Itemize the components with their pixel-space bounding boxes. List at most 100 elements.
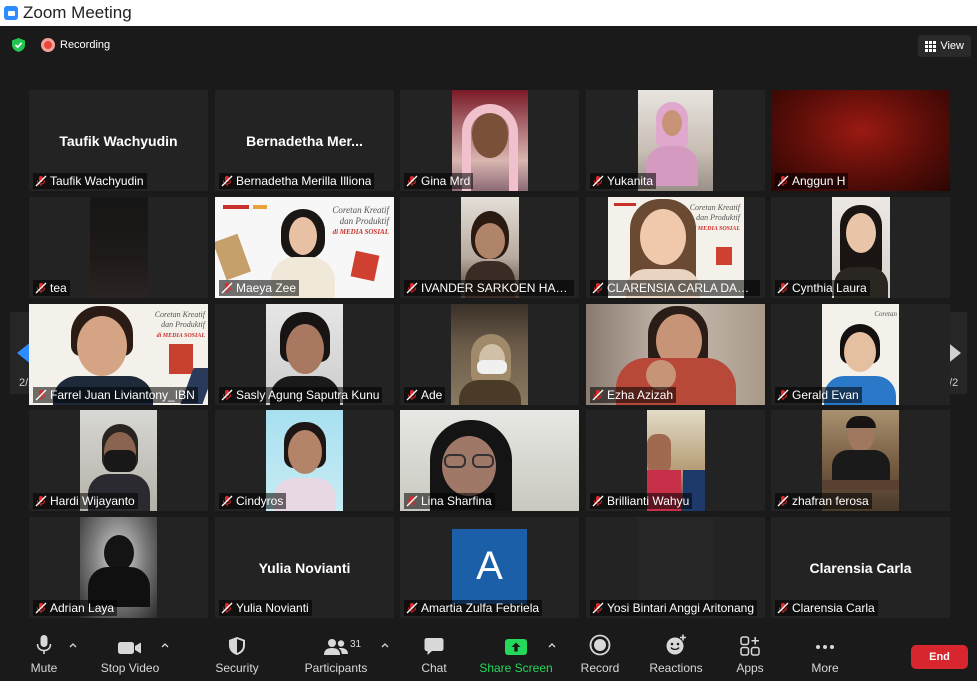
participant-video bbox=[90, 197, 148, 298]
participant-tile[interactable]: Gina Mrd bbox=[400, 90, 579, 191]
chat-button[interactable]: Chat bbox=[414, 628, 454, 681]
participant-tile[interactable]: Bernadetha Mer... Bernadetha Merilla Ill… bbox=[215, 90, 394, 191]
slide-text-line: di MEDIA SOSIAL bbox=[332, 228, 389, 236]
participant-name: Yukanita bbox=[607, 174, 654, 188]
participant-tile[interactable]: A Amartia Zulfa Febriela bbox=[400, 517, 579, 618]
participant-name: IVANDER SARKOEN HAMIJ... bbox=[421, 281, 571, 295]
mute-options-caret-icon[interactable] bbox=[69, 641, 77, 649]
encryption-shield-icon[interactable] bbox=[12, 38, 25, 52]
muted-mic-icon bbox=[221, 282, 233, 294]
participant-tile[interactable]: Ade bbox=[400, 304, 579, 405]
muted-mic-icon bbox=[406, 389, 418, 401]
zoom-app-icon bbox=[4, 6, 18, 20]
video-options-caret-icon[interactable] bbox=[161, 641, 169, 649]
participant-tile[interactable]: zhafran ferosa bbox=[771, 410, 950, 511]
participant-video bbox=[451, 304, 528, 405]
participant-tile[interactable]: Coretan Kreatif dan Produktif di MEDIA S… bbox=[215, 197, 394, 298]
participant-tile[interactable]: Lina Sharfina bbox=[400, 410, 579, 511]
muted-mic-icon bbox=[592, 495, 604, 507]
participant-name-label: IVANDER SARKOEN HAMIJ... bbox=[404, 280, 574, 296]
participants-icon bbox=[324, 639, 348, 655]
participant-name-label: Lina Sharfina bbox=[404, 493, 495, 509]
participant-name-label: Anggun H bbox=[775, 173, 849, 189]
participant-tile[interactable]: Cynthia Laura bbox=[771, 197, 950, 298]
participant-name-label: Gina Mrd bbox=[404, 173, 474, 189]
participant-tile[interactable]: Adrian Laya bbox=[29, 517, 208, 618]
more-button[interactable]: More bbox=[805, 628, 845, 681]
recording-dot-icon bbox=[41, 38, 55, 52]
end-meeting-button[interactable]: End bbox=[911, 645, 968, 669]
participants-options-caret-icon[interactable] bbox=[381, 641, 389, 649]
participant-name-label: Brillianti Wahyu bbox=[590, 493, 693, 509]
participant-tile[interactable]: Coretan Kreatif dan Produktif di MEDIA SOS… bbox=[29, 304, 208, 405]
participant-name-label: Farrel Juan Liviantony_IBN bbox=[33, 387, 198, 403]
muted-mic-icon bbox=[35, 175, 47, 187]
muted-mic-icon bbox=[592, 282, 604, 294]
participant-name: zhafran ferosa bbox=[792, 494, 869, 508]
participant-name: Sasly Agung Saputra Kunu bbox=[236, 388, 380, 402]
muted-mic-icon bbox=[35, 602, 47, 614]
smiley-face-icon bbox=[666, 634, 686, 655]
recording-indicator[interactable]: Recording bbox=[41, 38, 110, 52]
participant-tile[interactable]: IVANDER SARKOEN HAMIJ... bbox=[400, 197, 579, 298]
slide-text-line: Coretan Kreatif bbox=[332, 205, 389, 215]
muted-mic-icon bbox=[221, 602, 233, 614]
record-icon bbox=[589, 634, 611, 656]
participant-tile[interactable]: Yukanita bbox=[586, 90, 765, 191]
participant-name-label: zhafran ferosa bbox=[775, 493, 872, 509]
more-dots-icon bbox=[816, 645, 834, 649]
zoom-window: Zoom Meeting Recording View 2/2 2/2 Tauf… bbox=[0, 0, 977, 681]
participant-tile[interactable]: Sasly Agung Saputra Kunu bbox=[215, 304, 394, 405]
reactions-button[interactable]: Reactions bbox=[648, 628, 704, 681]
muted-mic-icon bbox=[777, 602, 789, 614]
participants-label: Participants bbox=[304, 661, 368, 675]
participant-tile[interactable]: Hardi Wijayanto bbox=[29, 410, 208, 511]
participant-name-label: Hardi Wijayanto bbox=[33, 493, 138, 509]
muted-mic-icon bbox=[35, 389, 47, 401]
participant-tile[interactable]: Clarensia Carla Clarensia Carla bbox=[771, 517, 950, 618]
participant-tile[interactable]: Anggun H bbox=[771, 90, 950, 191]
share-options-caret-icon[interactable] bbox=[548, 641, 556, 649]
muted-mic-icon bbox=[221, 495, 233, 507]
participant-tile[interactable]: Yulia Novianti Yulia Novianti bbox=[215, 517, 394, 618]
participant-name: Ade bbox=[421, 388, 443, 402]
participant-name: tea bbox=[50, 281, 67, 295]
participant-name-label: Cynthia Laura bbox=[775, 280, 870, 296]
record-button[interactable]: Record bbox=[578, 628, 622, 681]
participant-tile[interactable]: Coretan Kreatif dan Produktif di MEDIA SOS… bbox=[586, 197, 765, 298]
participant-name-label: Gerald Evan bbox=[775, 387, 862, 403]
apps-button[interactable]: Apps bbox=[730, 628, 770, 681]
participant-name-label: Yulia Novianti bbox=[219, 600, 312, 616]
record-label: Record bbox=[580, 661, 620, 675]
participant-name-label: Clarensia Carla bbox=[775, 600, 878, 616]
participant-name: Yosi Bintari Anggi Aritonang bbox=[607, 601, 754, 615]
share-screen-button[interactable]: Share Screen bbox=[479, 628, 553, 681]
video-gallery: Taufik Wachyudin Taufik Wachyudin Bernad… bbox=[29, 90, 951, 620]
participant-name: Yulia Novianti bbox=[236, 601, 309, 615]
microphone-icon bbox=[36, 635, 52, 654]
participant-name: Ezha Azizah bbox=[607, 388, 674, 402]
participant-tile[interactable]: Yosi Bintari Anggi Aritonang bbox=[586, 517, 765, 618]
participant-tile[interactable]: Coretan Gerald Evan bbox=[771, 304, 950, 405]
security-button[interactable]: Security bbox=[213, 628, 261, 681]
reactions-label: Reactions bbox=[649, 661, 703, 675]
participant-tile[interactable]: Taufik Wachyudin Taufik Wachyudin bbox=[29, 90, 208, 191]
mute-button[interactable]: Mute bbox=[24, 628, 64, 681]
participant-name: Cynthia Laura bbox=[792, 281, 867, 295]
view-button[interactable]: View bbox=[918, 35, 971, 57]
participants-button[interactable]: Participants bbox=[304, 628, 368, 681]
muted-mic-icon bbox=[221, 389, 233, 401]
muted-mic-icon bbox=[35, 495, 47, 507]
window-title: Zoom Meeting bbox=[23, 3, 132, 22]
participant-tile[interactable]: Brillianti Wahyu bbox=[586, 410, 765, 511]
participant-tile[interactable]: Ezha Azizah bbox=[586, 304, 765, 405]
participant-name-label: Taufik Wachyudin bbox=[33, 173, 147, 189]
recording-label: Recording bbox=[60, 39, 111, 51]
participant-name: Clarensia Carla bbox=[792, 601, 875, 615]
participant-name: Anggun H bbox=[792, 174, 846, 188]
participant-tile[interactable]: Cindyros bbox=[215, 410, 394, 511]
participant-name: Cindyros bbox=[236, 494, 284, 508]
stop-video-button[interactable]: Stop Video bbox=[98, 628, 162, 681]
share-screen-label: Share Screen bbox=[479, 661, 553, 675]
participant-tile[interactable]: tea bbox=[29, 197, 208, 298]
